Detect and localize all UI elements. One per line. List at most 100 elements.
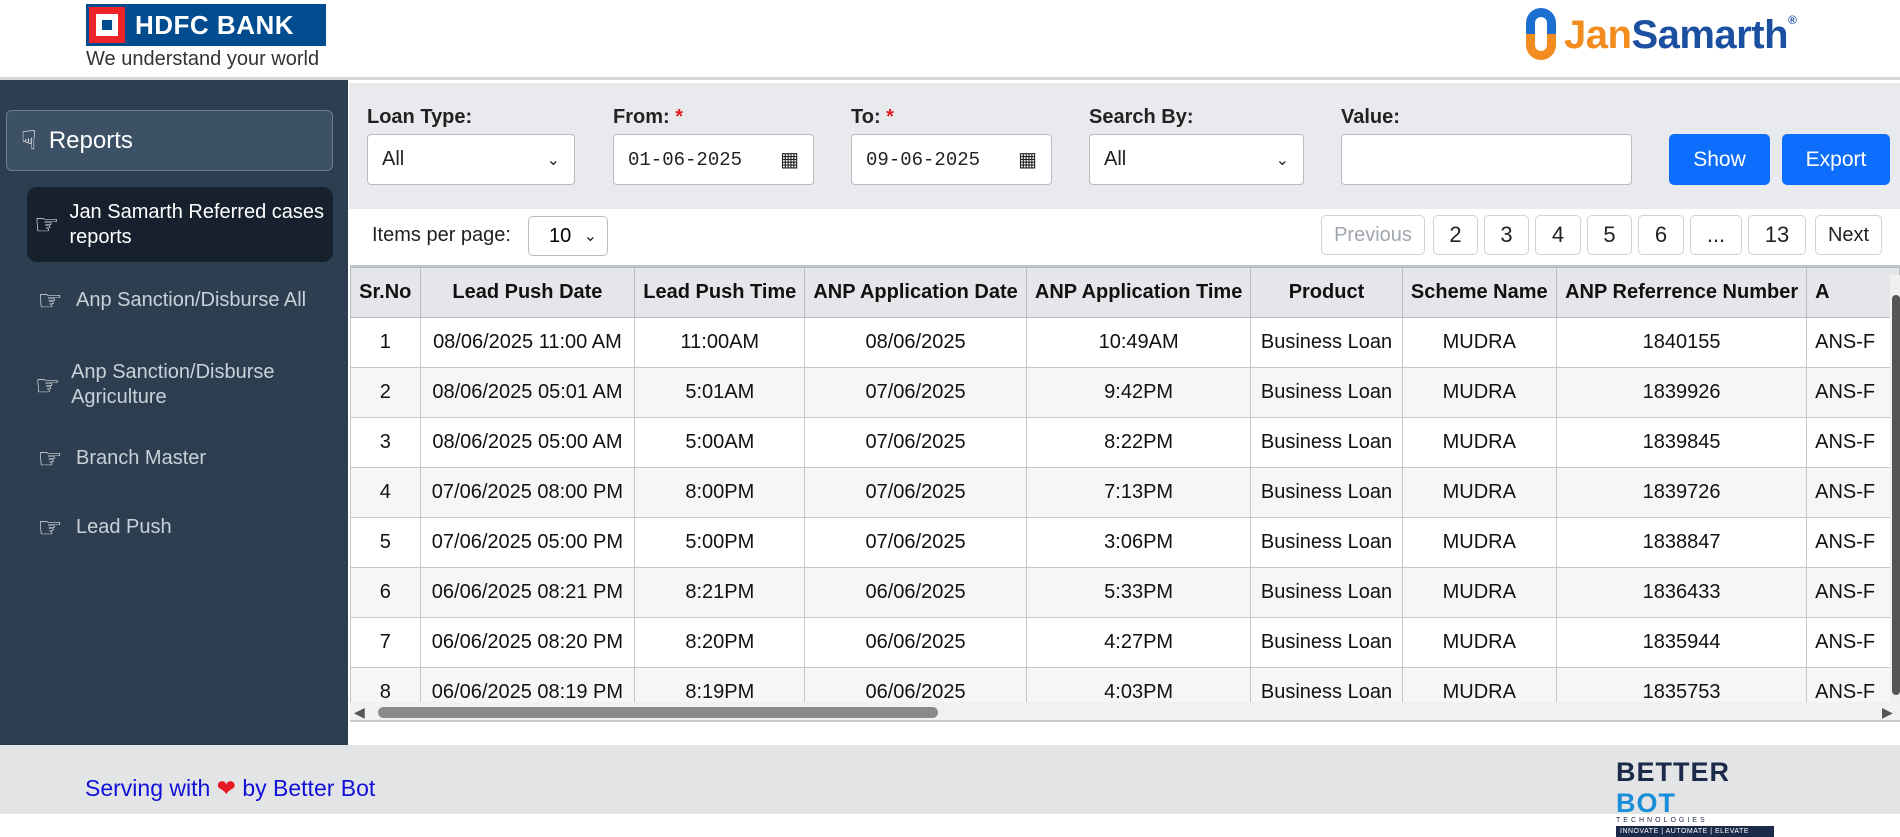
- table-row[interactable]: 6 06/06/2025 08:21 PM 8:21PM 06/06/2025 5:33…: [350, 567, 1900, 618]
- chevron-down-icon: ⌄: [546, 151, 560, 169]
- table-cell: ANS-F: [1806, 467, 1900, 518]
- table-cell: 1839926: [1556, 367, 1808, 418]
- filter-bar: Loan Type: All ⌄ From: * 01-06-2025 ▦ To…: [349, 83, 1900, 209]
- vertical-scrollbar[interactable]: [1890, 275, 1900, 703]
- next-page-button[interactable]: Next: [1815, 215, 1882, 255]
- column-header[interactable]: Lead Push Time: [634, 267, 806, 318]
- table-cell: 11:00AM: [634, 317, 806, 368]
- sidebar-item-lead-push[interactable]: ☞ Lead Push: [27, 507, 333, 547]
- better-bot-logo[interactable]: BETTER BOT TECHNOLOGIES INNOVATE | AUTOM…: [1616, 757, 1774, 837]
- previous-page-button[interactable]: Previous: [1321, 215, 1425, 255]
- calendar-icon[interactable]: ▦: [1018, 147, 1037, 173]
- table-cell: 06/06/2025 08:19 PM: [419, 667, 636, 702]
- vertical-scroll-thumb[interactable]: [1892, 295, 1900, 695]
- table-cell: 7: [350, 617, 421, 668]
- table-cell: Business Loan: [1250, 617, 1403, 668]
- table-cell: ANS-F: [1806, 567, 1900, 618]
- table-cell: 1: [350, 317, 421, 368]
- search-by-label: Search By:: [1089, 106, 1194, 128]
- from-date-input[interactable]: 01-06-2025 ▦: [613, 134, 814, 185]
- table-header-row: Sr.No Lead Push Date Lead Push Time ANP …: [350, 267, 1900, 318]
- from-date-value: 01-06-2025: [628, 148, 743, 171]
- table-cell: Business Loan: [1250, 667, 1403, 702]
- table-cell: 5: [350, 517, 421, 568]
- column-header[interactable]: Product: [1250, 267, 1403, 318]
- serving-credit: Serving with ❤ by Better Bot: [85, 775, 376, 801]
- table-cell: ANS-F: [1806, 317, 1900, 368]
- column-header[interactable]: A: [1806, 267, 1900, 318]
- hand-pointing-right-icon: ☞: [37, 284, 63, 316]
- table-row[interactable]: 2 08/06/2025 05:01 AM 5:01AM 07/06/2025 9:42…: [350, 367, 1900, 418]
- table-cell: 8:22PM: [1025, 417, 1252, 468]
- page-button[interactable]: 4: [1535, 215, 1581, 255]
- page-button[interactable]: 3: [1484, 215, 1529, 255]
- sidebar-item-label: Anp Sanction/Disburse All: [76, 288, 307, 311]
- sidebar-item-anp-sanction-agriculture[interactable]: ☞ Anp Sanction/Disburse Agriculture: [27, 357, 333, 413]
- table-cell: 06/06/2025: [804, 667, 1027, 702]
- chevron-down-icon: ⌄: [1275, 151, 1289, 169]
- jansamarth-logo[interactable]: JanSamarth®: [1520, 4, 1797, 66]
- table-cell: 1838847: [1556, 517, 1808, 568]
- show-button[interactable]: Show: [1669, 134, 1770, 185]
- column-header[interactable]: Scheme Name: [1401, 267, 1558, 318]
- table-cell: 08/06/2025: [804, 317, 1027, 368]
- to-date-value: 09-06-2025: [866, 148, 981, 171]
- column-header[interactable]: ANP Referrence Number: [1556, 267, 1808, 318]
- page-button[interactable]: 6: [1638, 215, 1684, 255]
- from-label: From: *: [613, 106, 684, 128]
- table-cell: 08/06/2025 05:01 AM: [419, 367, 636, 418]
- table-row[interactable]: 1 08/06/2025 11:00 AM 11:00AM 08/06/2025 10:…: [350, 317, 1900, 368]
- reports-label: Reports: [48, 126, 133, 154]
- export-button[interactable]: Export: [1782, 134, 1890, 185]
- column-header[interactable]: Lead Push Date: [419, 267, 636, 318]
- table-cell: 4:03PM: [1025, 667, 1252, 702]
- table-cell: 1840155: [1556, 317, 1808, 368]
- chevron-down-icon: ⌄: [583, 228, 597, 245]
- table-cell: 7:13PM: [1025, 467, 1252, 518]
- loan-type-label: Loan Type:: [367, 106, 473, 128]
- table-cell: MUDRA: [1401, 417, 1558, 468]
- page-ellipsis[interactable]: ...: [1690, 215, 1742, 255]
- sidebar-item-anp-sanction-all[interactable]: ☞ Anp Sanction/Disburse All: [27, 280, 333, 320]
- items-per-page-select[interactable]: 10 ⌄: [528, 216, 608, 256]
- jansamarth-mark-icon: [1520, 4, 1564, 66]
- column-header[interactable]: ANP Application Time: [1025, 267, 1252, 318]
- value-label: Value:: [1341, 106, 1400, 128]
- calendar-icon[interactable]: ▦: [780, 147, 799, 173]
- report-table: Sr.No Lead Push Date Lead Push Time ANP …: [350, 267, 1900, 702]
- table-cell: 06/06/2025 08:20 PM: [419, 617, 636, 668]
- scroll-right-icon[interactable]: ▶: [1882, 704, 1893, 721]
- loan-type-select[interactable]: All ⌄: [367, 134, 575, 185]
- table-cell: Business Loan: [1250, 417, 1403, 468]
- sidebar-item-branch-master[interactable]: ☞ Branch Master: [27, 438, 333, 478]
- reports-menu-button[interactable]: ☟ Reports: [6, 110, 333, 171]
- table-row[interactable]: 8 06/06/2025 08:19 PM 8:19PM 06/06/2025 4:03…: [350, 667, 1900, 702]
- table-cell: 1835753: [1556, 667, 1808, 702]
- value-input[interactable]: [1341, 134, 1632, 185]
- horizontal-scroll-thumb[interactable]: [378, 707, 938, 718]
- table-cell: 07/06/2025: [804, 517, 1027, 568]
- search-by-select[interactable]: All ⌄: [1089, 134, 1304, 185]
- table-cell: 10:49AM: [1025, 317, 1252, 368]
- table-cell: Business Loan: [1250, 567, 1403, 618]
- sidebar-item-jan-samarth-referred[interactable]: ☞ Jan Samarth Referred cases reports: [27, 187, 333, 262]
- table-cell: 08/06/2025 11:00 AM: [419, 317, 636, 368]
- page-button[interactable]: 13: [1748, 215, 1806, 255]
- table-cell: Business Loan: [1250, 317, 1403, 368]
- report-table-container[interactable]: Sr.No Lead Push Date Lead Push Time ANP …: [350, 265, 1900, 702]
- hand-pointing-icon: ☟: [21, 125, 37, 155]
- horizontal-scrollbar[interactable]: ◀ ▶: [350, 702, 1900, 722]
- column-header[interactable]: ANP Application Date: [804, 267, 1027, 318]
- hdfc-logo-bar: HDFC BANK: [86, 4, 326, 46]
- page-button[interactable]: 5: [1587, 215, 1632, 255]
- table-row[interactable]: 7 06/06/2025 08:20 PM 8:20PM 06/06/2025 4:27…: [350, 617, 1900, 668]
- column-header[interactable]: Sr.No: [350, 267, 421, 318]
- hdfc-bank-logo[interactable]: HDFC BANK We understand your world: [86, 2, 326, 74]
- page-button[interactable]: 2: [1433, 215, 1478, 255]
- scroll-left-icon[interactable]: ◀: [354, 704, 365, 721]
- sidebar-item-label: Lead Push: [76, 515, 172, 538]
- table-row[interactable]: 3 08/06/2025 05:00 AM 5:00AM 07/06/2025 8:22…: [350, 417, 1900, 468]
- to-date-input[interactable]: 09-06-2025 ▦: [851, 134, 1052, 185]
- table-row[interactable]: 5 07/06/2025 05:00 PM 5:00PM 07/06/2025 3:06…: [350, 517, 1900, 568]
- table-row[interactable]: 4 07/06/2025 08:00 PM 8:00PM 07/06/2025 7:13…: [350, 467, 1900, 518]
